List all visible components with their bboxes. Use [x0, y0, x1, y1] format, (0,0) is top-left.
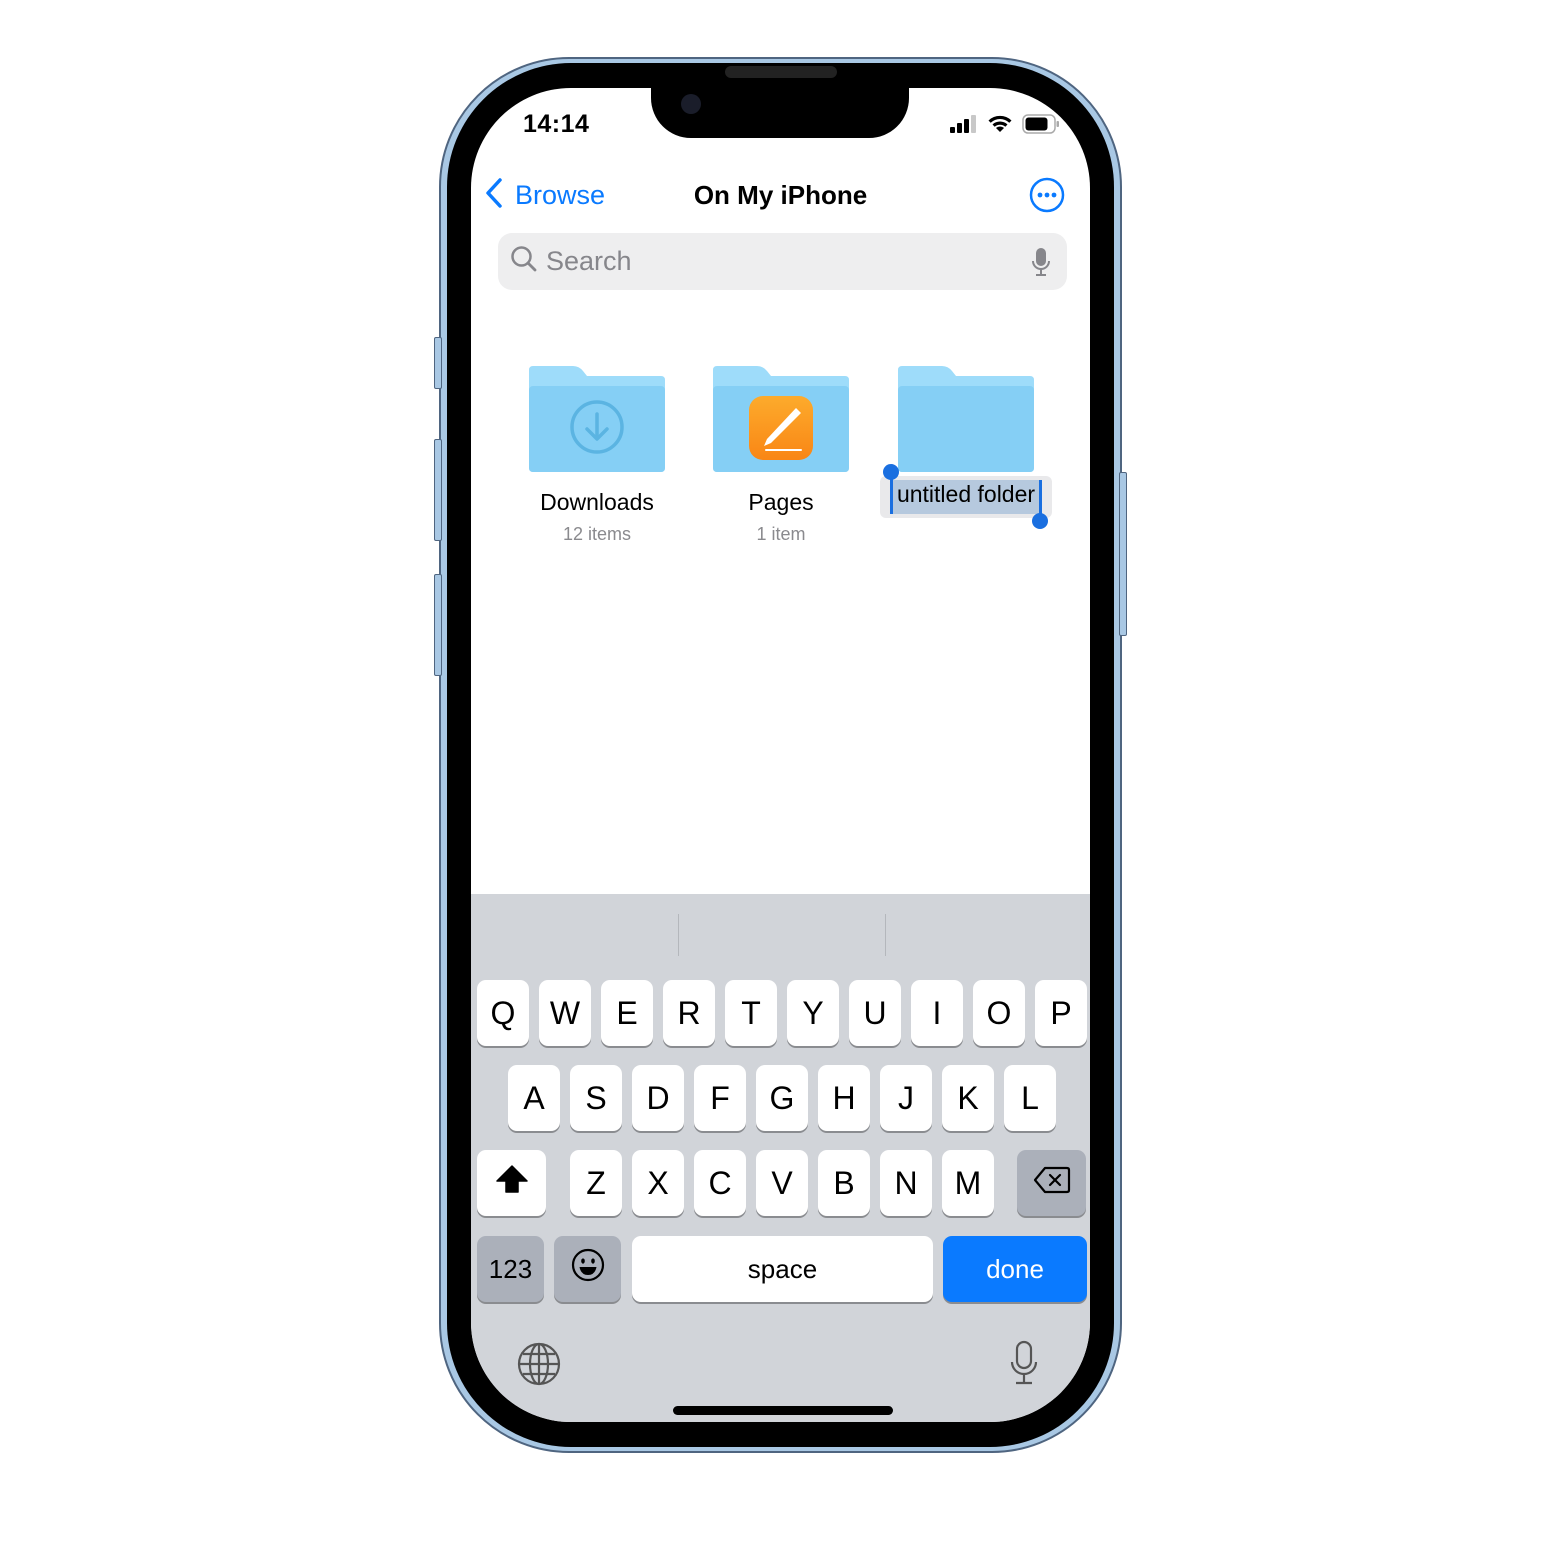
delete-backspace-icon — [1033, 1165, 1071, 1202]
key-s[interactable]: S — [570, 1065, 622, 1131]
key-z[interactable]: Z — [570, 1150, 622, 1216]
folder-item-count: 1 item — [756, 524, 806, 544]
volume-up-button — [434, 439, 442, 541]
key-o[interactable]: O — [973, 980, 1025, 1046]
selection-start-handle[interactable] — [883, 464, 899, 480]
key-b[interactable]: B — [818, 1150, 870, 1216]
folder-icon — [874, 364, 1058, 477]
more-options-button[interactable] — [1029, 177, 1065, 213]
key-l[interactable]: L — [1004, 1065, 1056, 1131]
key-w[interactable]: W — [539, 980, 591, 1046]
folder-pages[interactable]: Pages 1 item — [689, 364, 873, 545]
shift-key[interactable] — [477, 1150, 546, 1216]
key-k[interactable]: K — [942, 1065, 994, 1131]
cellular-signal-icon — [950, 115, 978, 138]
done-key[interactable]: done — [943, 1236, 1087, 1302]
screen: 14:14 Browse On My iPhone Search Downloa… — [471, 88, 1090, 1422]
earpiece-speaker — [725, 66, 837, 78]
key-p[interactable]: P — [1035, 980, 1087, 1046]
folder-rename-text[interactable]: untitled folder — [880, 481, 1052, 508]
key-h[interactable]: H — [818, 1065, 870, 1131]
key-e[interactable]: E — [601, 980, 653, 1046]
microphone-icon[interactable] — [1009, 1340, 1039, 1391]
action-button — [434, 337, 442, 389]
folder-downloads[interactable]: Downloads 12 items — [505, 364, 689, 545]
space-key[interactable]: space — [632, 1236, 933, 1302]
key-y[interactable]: Y — [787, 980, 839, 1046]
emoji-face-icon — [571, 1248, 605, 1290]
pages-app-icon — [749, 396, 813, 465]
key-g[interactable]: G — [756, 1065, 808, 1131]
globe-icon[interactable] — [517, 1342, 561, 1391]
home-indicator[interactable] — [673, 1406, 893, 1415]
search-bar[interactable] — [498, 233, 1067, 290]
search-input[interactable] — [546, 246, 1006, 277]
front-camera — [681, 94, 701, 114]
key-j[interactable]: J — [880, 1065, 932, 1131]
shift-arrow-icon — [495, 1164, 529, 1202]
key-a[interactable]: A — [508, 1065, 560, 1131]
delete-key[interactable] — [1017, 1150, 1086, 1216]
battery-icon — [1022, 114, 1060, 139]
key-u[interactable]: U — [849, 980, 901, 1046]
folder-item-count: 12 items — [562, 524, 632, 544]
key-i[interactable]: I — [911, 980, 963, 1046]
key-x[interactable]: X — [632, 1150, 684, 1216]
keyboard: QWERTYUIOP ASDFGHJKL ZXCVBNM 123 space d… — [471, 894, 1090, 1422]
key-v[interactable]: V — [756, 1150, 808, 1216]
ellipsis-circle-icon — [1029, 177, 1065, 217]
folder-untitled[interactable] — [874, 364, 1058, 477]
emoji-key[interactable] — [554, 1236, 621, 1302]
suggestion-divider — [678, 914, 679, 956]
key-n[interactable]: N — [880, 1150, 932, 1216]
folder-name: Downloads — [540, 489, 654, 515]
search-icon — [510, 245, 538, 278]
page-title: On My iPhone — [693, 180, 868, 210]
key-r[interactable]: R — [663, 980, 715, 1046]
numbers-key[interactable]: 123 — [477, 1236, 544, 1302]
key-f[interactable]: F — [694, 1065, 746, 1131]
download-arrow-icon — [568, 398, 626, 461]
key-q[interactable]: Q — [477, 980, 529, 1046]
status-icons — [950, 114, 1060, 139]
key-t[interactable]: T — [725, 980, 777, 1046]
status-time: 14:14 — [523, 110, 590, 138]
notch — [651, 88, 909, 138]
power-button — [1119, 472, 1127, 636]
key-d[interactable]: D — [632, 1065, 684, 1131]
volume-down-button — [434, 574, 442, 676]
folder-name: Pages — [748, 489, 814, 515]
wifi-icon — [987, 114, 1013, 139]
selection-end-handle[interactable] — [1032, 513, 1048, 529]
key-m[interactable]: M — [942, 1150, 994, 1216]
key-c[interactable]: C — [694, 1150, 746, 1216]
suggestion-divider — [885, 914, 886, 956]
dictation-microphone-icon[interactable] — [1031, 247, 1051, 282]
